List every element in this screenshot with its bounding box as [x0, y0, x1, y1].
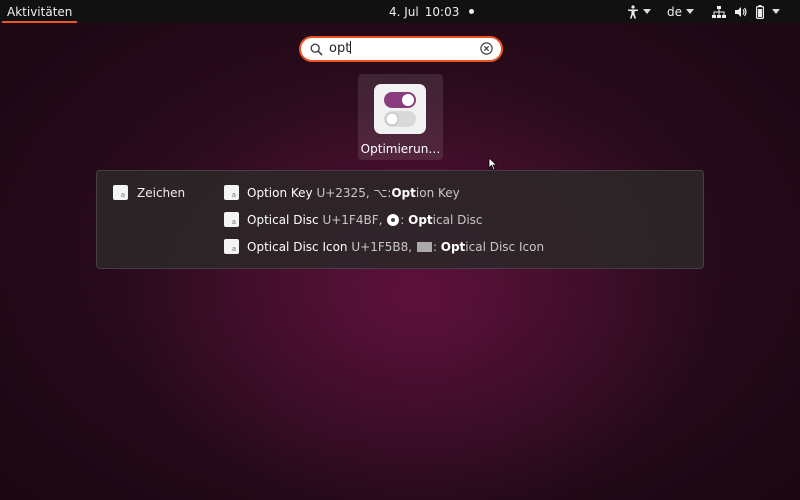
chevron-down-icon — [772, 9, 780, 14]
result-rest: ical Disc — [432, 212, 483, 227]
result-optical-disc[interactable]: a Optical Disc U+1F4BF, : Optical Disc — [224, 212, 483, 227]
chevron-down-icon — [643, 9, 651, 14]
provider-name: Zeichen — [137, 185, 186, 200]
app-result-label: Optimierun… — [360, 142, 441, 156]
result-match: Opt — [391, 185, 416, 200]
accessibility-menu[interactable] — [627, 0, 651, 23]
chevron-down-icon — [686, 9, 694, 14]
result-rest: ion Key — [415, 185, 460, 200]
activities-button[interactable]: Aktivitäten — [0, 0, 79, 23]
result-title: Optical Disc Icon — [247, 239, 348, 254]
search-field-text: opt — [329, 40, 352, 58]
accessibility-icon — [628, 4, 638, 19]
top-bar: Aktivitäten 4. Jul 10:03 de — [0, 0, 800, 23]
search-query: opt — [329, 41, 351, 56]
result-symbol: : — [432, 239, 437, 254]
optical-disc-icon — [387, 213, 400, 226]
characters-app-icon: a — [224, 185, 239, 200]
keyboard-layout-menu[interactable]: de — [667, 0, 694, 23]
result-optical-disc-icon[interactable]: a Optical Disc Icon U+1F5B8, : Optical D… — [224, 239, 544, 254]
volume-icon — [735, 6, 747, 17]
optical-disc-icon-glyph — [416, 241, 432, 252]
result-symbol: : — [400, 212, 405, 227]
clear-icon[interactable] — [480, 42, 493, 55]
characters-app-icon: a — [224, 212, 239, 227]
system-tray: de — [627, 0, 800, 23]
result-codepoint: U+1F4BF, — [322, 212, 383, 227]
system-menu[interactable] — [712, 0, 780, 23]
result-match: Opt — [408, 212, 433, 227]
clock-time: 10:03 — [424, 4, 460, 19]
result-codepoint: U+1F5B8, — [351, 239, 413, 254]
text-caret — [350, 41, 352, 54]
mouse-pointer-icon — [488, 157, 498, 171]
keyboard-layout-label: de — [667, 4, 682, 19]
result-option-key[interactable]: a Option Key U+2325, ⌥:Option Key — [224, 185, 460, 200]
result-title: Option Key — [247, 185, 313, 200]
characters-app-icon: a — [113, 185, 128, 200]
characters-search-results: a Zeichen a Option Key U+2325, ⌥:Option … — [96, 170, 704, 269]
result-match: Opt — [440, 239, 466, 254]
result-symbol: ⌥: — [373, 185, 392, 200]
notification-dot-icon — [469, 9, 475, 14]
search-input[interactable]: opt — [299, 36, 503, 62]
battery-icon — [756, 4, 764, 19]
result-title: Optical Disc — [247, 212, 319, 227]
characters-app-icon: a — [224, 239, 239, 254]
app-result-tweaks[interactable]: Optimierun… — [358, 74, 443, 160]
result-codepoint: U+2325, — [316, 185, 370, 200]
toggle-switches-icon — [374, 84, 426, 134]
network-icon — [712, 5, 726, 18]
clock-date: 4. Jul — [389, 4, 419, 19]
clock-button[interactable]: 4. Jul 10:03 — [389, 0, 475, 23]
provider-characters[interactable]: a Zeichen — [113, 185, 185, 200]
search-icon — [310, 43, 323, 56]
result-rest: ical Disc Icon — [465, 239, 545, 254]
activities-label: Aktivitäten — [7, 4, 73, 19]
